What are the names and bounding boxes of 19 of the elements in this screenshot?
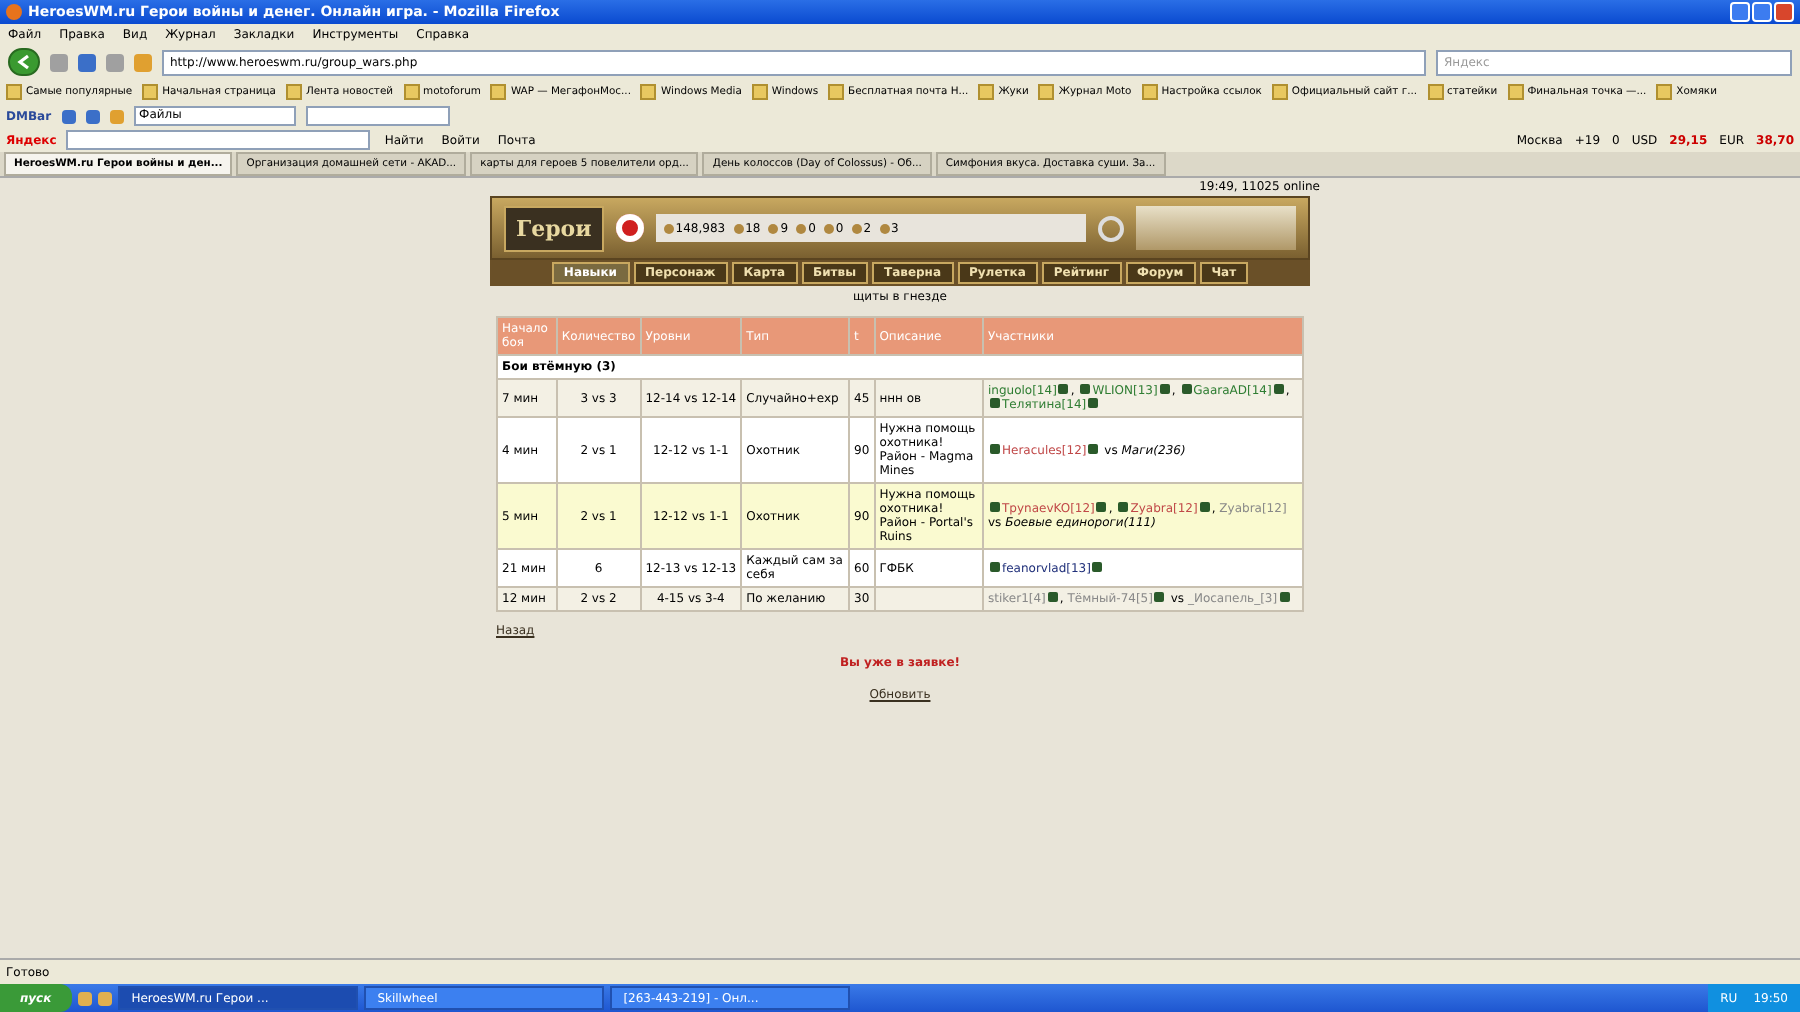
ring-icon xyxy=(1098,215,1124,241)
emblem-icon xyxy=(990,502,1000,512)
minimize-button[interactable] xyxy=(1730,2,1750,22)
input-field[interactable] xyxy=(305,106,450,126)
emblem-icon xyxy=(1047,592,1058,602)
search-field[interactable] xyxy=(66,130,371,150)
emblem-icon xyxy=(1092,561,1103,571)
emblem-icon xyxy=(1154,592,1165,602)
emblem-icon xyxy=(1199,502,1210,512)
maximize-button[interactable] xyxy=(1752,2,1772,22)
emblem-icon xyxy=(990,398,1000,408)
emblem-icon xyxy=(990,443,1000,453)
emblem-icon xyxy=(1273,384,1284,394)
emblem-icon xyxy=(1279,592,1290,602)
game-logo: Герои xyxy=(504,205,604,251)
close-button[interactable] xyxy=(1774,2,1794,22)
emblem-icon xyxy=(1088,443,1099,453)
back-button[interactable] xyxy=(8,48,40,76)
emblem-icon xyxy=(990,561,1000,571)
